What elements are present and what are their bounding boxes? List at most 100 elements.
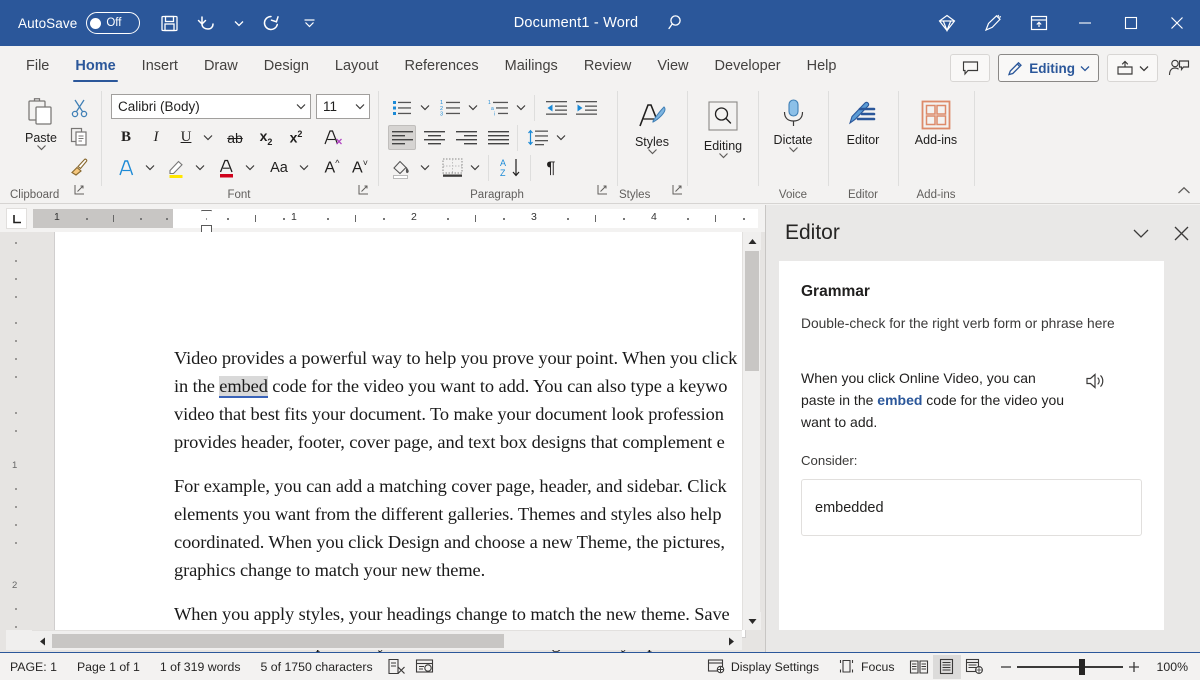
cut-button[interactable] xyxy=(66,95,93,121)
align-center-button[interactable] xyxy=(420,125,448,150)
scroll-up-button[interactable] xyxy=(743,232,761,250)
borders-dropdown[interactable] xyxy=(466,155,483,180)
maximize-icon[interactable] xyxy=(1108,0,1154,46)
dictate-button[interactable]: Dictate xyxy=(762,97,824,153)
zoom-out-icon[interactable] xyxy=(995,656,1017,678)
accessibility-checker-icon[interactable] xyxy=(411,655,439,679)
microsoft-365-diamond-icon[interactable] xyxy=(924,0,970,46)
status-page-indicator[interactable]: PAGE: 1 xyxy=(0,655,67,679)
zoom-in-icon[interactable] xyxy=(1123,656,1145,678)
sort-button[interactable]: A Z xyxy=(496,155,526,180)
web-layout-icon[interactable] xyxy=(961,655,989,679)
multilevel-list-button[interactable]: 1 a i xyxy=(484,95,512,120)
text-highlight-dropdown[interactable] xyxy=(191,155,209,180)
styles-dialog-launcher[interactable] xyxy=(672,182,683,200)
chevron-down-icon[interactable] xyxy=(351,103,369,110)
document-page[interactable]: Video provides a powerful way to help yo… xyxy=(55,232,745,637)
change-case-button[interactable]: Aa xyxy=(263,155,295,180)
editor-suggestion-item[interactable]: embedded xyxy=(801,479,1142,536)
tab-home[interactable]: Home xyxy=(62,46,128,85)
status-character-count[interactable]: 5 of 1750 characters xyxy=(251,655,383,679)
text-effects-dropdown[interactable] xyxy=(141,155,159,180)
horizontal-scrollbar[interactable] xyxy=(32,630,742,650)
tab-insert[interactable]: Insert xyxy=(129,46,191,85)
zoom-level-label[interactable]: 100% xyxy=(1151,660,1200,674)
text-effects-button[interactable] xyxy=(113,155,141,180)
chevron-down-icon[interactable] xyxy=(292,103,310,110)
text-highlight-button[interactable] xyxy=(163,155,191,180)
align-left-button[interactable] xyxy=(388,125,416,150)
bullets-button[interactable] xyxy=(388,95,416,120)
tab-layout[interactable]: Layout xyxy=(322,46,392,85)
decrease-indent-button[interactable] xyxy=(542,95,570,120)
autosave-toggle[interactable]: Off xyxy=(86,12,140,34)
tab-view[interactable]: View xyxy=(644,46,701,85)
tab-draw[interactable]: Draw xyxy=(191,46,251,85)
subscript-button[interactable]: x2 xyxy=(253,125,279,150)
borders-button[interactable] xyxy=(438,155,466,180)
addins-button[interactable]: Add-ins xyxy=(905,99,967,147)
grammar-error-embed[interactable]: embed xyxy=(219,376,268,398)
tab-file[interactable]: File xyxy=(13,46,62,85)
collaborators-icon[interactable] xyxy=(1166,54,1192,82)
vertical-scrollbar[interactable] xyxy=(742,232,760,630)
editor-pane-options-button[interactable] xyxy=(1121,213,1161,253)
tab-references[interactable]: References xyxy=(391,46,491,85)
editing-mode-button[interactable]: Editing xyxy=(998,54,1099,82)
show-formatting-marks-button[interactable]: ¶ xyxy=(537,155,565,180)
font-size-combo[interactable]: 11 xyxy=(316,94,370,119)
bold-button[interactable]: B xyxy=(113,125,139,150)
undo-icon[interactable] xyxy=(188,6,226,40)
grow-font-button[interactable]: A^ xyxy=(319,155,345,180)
zoom-track[interactable] xyxy=(1017,656,1123,678)
paragraph-dialog-launcher[interactable] xyxy=(597,182,608,200)
tab-review[interactable]: Review xyxy=(571,46,645,85)
draw-pen-icon[interactable] xyxy=(970,0,1016,46)
status-page-of[interactable]: Page 1 of 1 xyxy=(67,655,150,679)
align-right-button[interactable] xyxy=(452,125,480,150)
comments-button[interactable] xyxy=(950,54,990,82)
editor-pane-close-button[interactable] xyxy=(1161,213,1200,253)
bullets-dropdown[interactable] xyxy=(416,95,433,120)
document-text-body[interactable]: Video provides a powerful way to help yo… xyxy=(174,344,765,652)
ribbon-display-options-icon[interactable] xyxy=(1016,0,1062,46)
tab-stop-selector[interactable] xyxy=(6,208,27,229)
line-spacing-button[interactable] xyxy=(524,125,552,150)
change-case-dropdown[interactable] xyxy=(295,155,313,180)
horizontal-ruler[interactable]: 1 1 2 3 4 xyxy=(33,209,758,228)
tab-developer[interactable]: Developer xyxy=(702,46,794,85)
read-aloud-speaker-icon[interactable] xyxy=(1079,367,1113,397)
first-line-indent-marker[interactable] xyxy=(201,210,212,219)
editing-button[interactable]: Editing xyxy=(692,99,754,159)
proofing-errors-icon[interactable] xyxy=(383,655,411,679)
read-mode-icon[interactable] xyxy=(905,655,933,679)
scroll-left-button[interactable] xyxy=(33,632,51,650)
font-dialog-launcher[interactable] xyxy=(358,182,369,200)
collapse-ribbon-button[interactable] xyxy=(1177,182,1191,200)
status-display-settings[interactable]: Display Settings xyxy=(697,655,829,679)
editor-button[interactable]: Editor xyxy=(832,99,894,147)
strikethrough-button[interactable]: ab xyxy=(221,125,249,150)
paste-button[interactable]: Paste xyxy=(10,97,72,151)
share-button[interactable] xyxy=(1107,54,1158,82)
shading-dropdown[interactable] xyxy=(416,155,433,180)
format-painter-button[interactable] xyxy=(66,153,93,179)
zoom-slider-thumb[interactable] xyxy=(1079,659,1085,675)
left-indent-marker[interactable] xyxy=(201,225,212,232)
print-layout-icon[interactable] xyxy=(933,655,961,679)
numbering-dropdown[interactable] xyxy=(464,95,481,120)
scroll-down-button[interactable] xyxy=(743,612,761,630)
document-canvas[interactable]: Video provides a powerful way to help yo… xyxy=(0,232,765,652)
minimize-icon[interactable] xyxy=(1062,0,1108,46)
font-color-dropdown[interactable] xyxy=(241,155,259,180)
tab-help[interactable]: Help xyxy=(794,46,850,85)
shading-button[interactable] xyxy=(388,155,416,180)
justify-button[interactable] xyxy=(484,125,512,150)
font-color-button[interactable] xyxy=(213,155,241,180)
customize-quick-access-toolbar-icon[interactable] xyxy=(296,6,322,40)
superscript-button[interactable]: x2 xyxy=(283,125,309,150)
zoom-slider-control[interactable] xyxy=(989,656,1151,678)
font-name-combo[interactable]: Calibri (Body) xyxy=(111,94,311,119)
underline-dropdown[interactable] xyxy=(199,125,217,150)
redo-icon[interactable] xyxy=(252,6,290,40)
